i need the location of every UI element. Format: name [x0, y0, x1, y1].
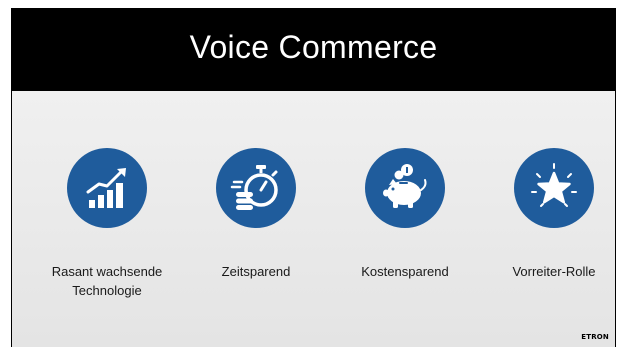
feature-growth: Rasant wachsende Technologie: [37, 148, 177, 300]
feature-label-line: Kostensparend: [361, 264, 449, 279]
star-icon: [531, 163, 577, 207]
feature-label-line: Technologie: [72, 283, 142, 298]
slide-title: Voice Commerce: [189, 29, 438, 65]
feature-label-line: Vorreiter-Rolle: [512, 264, 596, 279]
brand-logo: ETRON: [581, 333, 609, 341]
feature-cost-saving: Kostensparend: [335, 148, 475, 281]
feature-circle: [514, 148, 594, 228]
slide-left-border: [11, 91, 12, 347]
feature-label-line: Zeitsparend: [221, 264, 291, 279]
stopwatch-coins-icon: [230, 165, 278, 210]
feature-label: Zeitsparend: [186, 262, 326, 281]
feature-time-saving: Zeitsparend: [186, 148, 326, 281]
feature-circle: [365, 148, 445, 228]
feature-circle: [67, 148, 147, 228]
feature-pioneer: Vorreiter-Rolle: [484, 148, 616, 281]
feature-circle: [216, 148, 296, 228]
feature-label: Kostensparend: [335, 262, 475, 281]
piggy-bank-icon: [383, 164, 427, 208]
growth-chart-icon: [86, 168, 126, 208]
slide-header: Voice Commerce: [11, 8, 616, 91]
feature-label: Rasant wachsende Technologie: [37, 262, 177, 300]
feature-label: Vorreiter-Rolle: [484, 262, 616, 281]
feature-label-line: Rasant wachsende: [51, 264, 163, 279]
slide: Voice Commerce Rasant wachsende Technolo…: [11, 8, 616, 347]
